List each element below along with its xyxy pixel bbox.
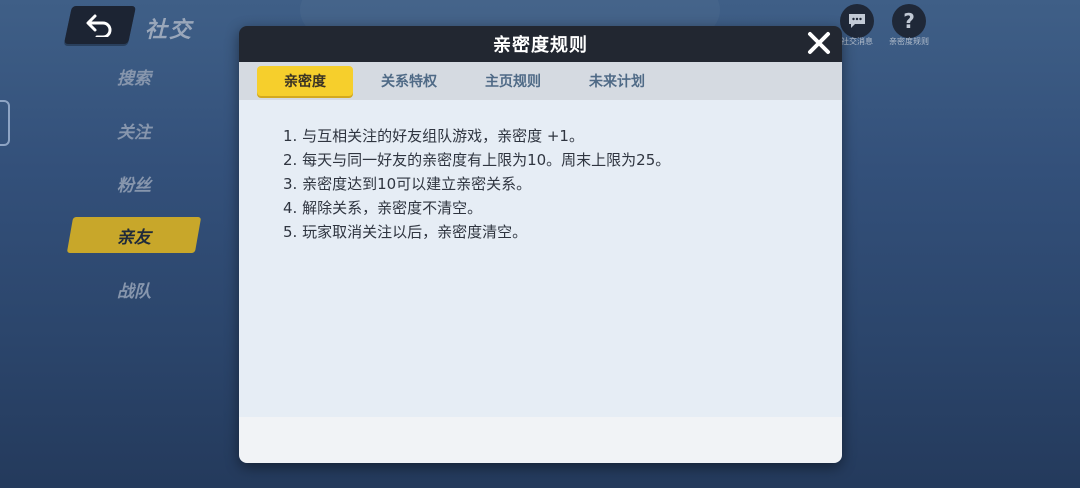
- sidebar-item-following[interactable]: 关注: [70, 112, 198, 148]
- sidebar-item-friends[interactable]: 亲友: [66, 217, 202, 253]
- close-icon: [808, 32, 830, 54]
- dialog-header: 亲密度规则: [239, 26, 842, 62]
- social-messages-button[interactable]: 社交消息: [836, 4, 878, 47]
- rule-item: 2. 每天与同一好友的亲密度有上限为10。周末上限为25。: [283, 151, 671, 169]
- rule-item: 3. 亲密度达到10可以建立亲密关系。: [283, 175, 532, 193]
- intimacy-rules-caption: 亲密度规则: [889, 37, 929, 46]
- dialog-tabs: 亲密度 关系特权 主页规则 未来计划: [239, 62, 842, 100]
- tab-future-plans[interactable]: 未来计划: [569, 66, 665, 96]
- sidebar-item-search[interactable]: 搜索: [70, 58, 198, 94]
- rules-content: 1. 与互相关注的好友组队游戏，亲密度 +1。 2. 每天与同一好友的亲密度有上…: [239, 100, 842, 417]
- back-button[interactable]: [63, 6, 137, 44]
- tab-intimacy[interactable]: 亲密度: [257, 66, 353, 96]
- dialog-footer: [239, 417, 842, 463]
- tab-homepage-rules[interactable]: 主页规则: [465, 66, 561, 96]
- sidebar-item-team[interactable]: 战队: [70, 271, 198, 307]
- social-screen: 社交 搜索 关注 粉丝 亲友 战队 社交消息 ? 亲密度规则 亲密度规则 亲密度…: [0, 0, 1080, 488]
- sidebar-item-fans[interactable]: 粉丝: [70, 165, 198, 201]
- intimacy-rules-button[interactable]: ? 亲密度规则: [888, 4, 930, 47]
- sidebar-item-label: 战队: [117, 281, 151, 302]
- sidebar-item-label: 粉丝: [117, 175, 151, 196]
- close-button[interactable]: [804, 28, 834, 58]
- rule-item: 1. 与互相关注的好友组队游戏，亲密度 +1。: [283, 127, 584, 145]
- side-panel-handle[interactable]: [0, 100, 10, 146]
- intimacy-rules-dialog: 亲密度规则 亲密度 关系特权 主页规则 未来计划 1. 与互相关注的好友组队游戏…: [239, 26, 842, 463]
- sidebar-item-label: 搜索: [117, 68, 151, 89]
- tab-relationship-privileges[interactable]: 关系特权: [361, 66, 457, 96]
- rule-item: 5. 玩家取消关注以后，亲密度清空。: [283, 223, 528, 241]
- question-mark-icon: ?: [892, 4, 926, 38]
- rule-item: 4. 解除关系，亲密度不清空。: [283, 199, 483, 217]
- sidebar-item-label: 亲友: [117, 227, 151, 248]
- dialog-title: 亲密度规则: [493, 35, 588, 56]
- social-messages-caption: 社交消息: [841, 37, 873, 46]
- page-title: 社交: [145, 18, 194, 43]
- chat-bubble-icon: [840, 4, 874, 38]
- back-arrow-icon: [86, 14, 112, 37]
- sidebar-item-label: 关注: [117, 122, 151, 143]
